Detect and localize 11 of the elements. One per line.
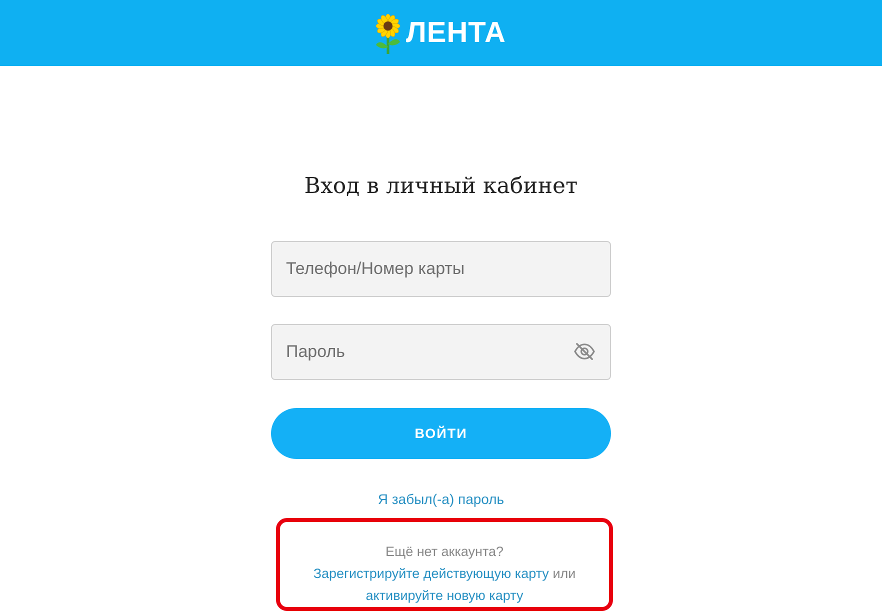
password-field[interactable]: Пароль <box>271 324 611 380</box>
phone-field[interactable]: Телефон/Номер карты <box>271 241 611 297</box>
logo-text: ЛЕНТА <box>406 18 506 48</box>
sunflower-icon <box>374 14 402 55</box>
page-title: Вход в личный кабинет <box>303 173 579 201</box>
register-link[interactable]: активируйте новую карту <box>366 588 524 603</box>
register-prompt: Ещё нет аккаунта? Зарегистрируйте действующую карту или активируйте новую карту <box>312 543 577 605</box>
eye-crossed-icon[interactable] <box>573 342 596 361</box>
forgot-password-link[interactable]: Я забыл(-а) пароль <box>378 491 504 507</box>
login-button[interactable]: ВОЙТИ <box>271 408 611 459</box>
register-link[interactable]: Зарегистрируйте действующую карту <box>313 566 549 581</box>
